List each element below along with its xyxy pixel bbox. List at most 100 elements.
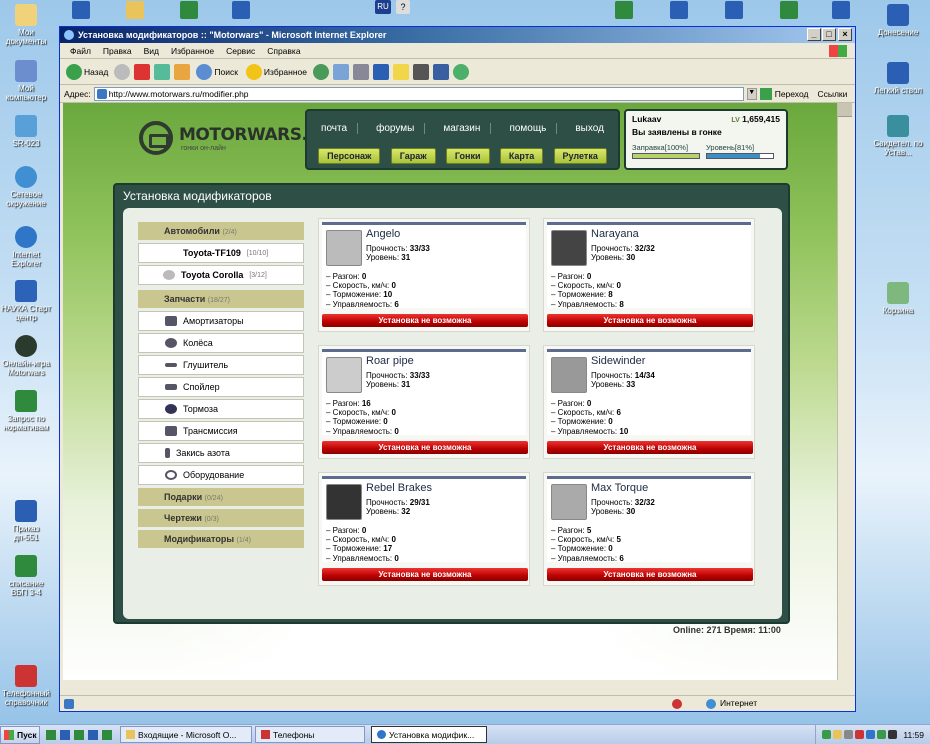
tray-icon[interactable] [855,730,865,739]
excel-doc-icon[interactable] [780,1,798,19]
nav-exit[interactable]: выход [565,123,614,134]
desktop-icon-recycle-bin[interactable]: Корзина [872,282,924,315]
title-bar[interactable]: Установка модификаторов :: "Motorwars" -… [60,27,855,43]
install-button[interactable]: Установка не возможна [322,568,528,581]
task-phones[interactable]: Телефоны [255,726,365,743]
nav-map-button[interactable]: Карта [499,148,544,164]
desktop-icon-nauka[interactable]: НАУКА Старт центр [0,280,52,322]
car-item[interactable]: Toyota Corolla [3/12] [138,265,304,285]
category-cars[interactable]: Автомобили (2/4) [138,222,304,240]
part-item-exhaust[interactable]: Глушитель [138,355,304,375]
quicklaunch-icon[interactable] [74,729,84,740]
desktop-icon-my-documents[interactable]: Мои документы [0,4,52,46]
desktop-icon-my-computer[interactable]: Мой компьютер [0,60,52,102]
install-button[interactable]: Установка не возможна [322,441,528,454]
install-button[interactable]: Установка не возможна [547,568,753,581]
nav-mail[interactable]: почта [311,123,359,134]
close-button[interactable]: × [838,28,852,41]
part-item-brakes[interactable]: Тормоза [138,399,304,419]
research-icon[interactable] [433,63,449,80]
nav-help[interactable]: помощь [499,123,558,134]
favorites-button[interactable]: Избранное [244,63,309,81]
desktop-icon-motorwars[interactable]: Онлайн-игра Motorwars [0,335,52,377]
desktop-icon-network[interactable]: Сетевое окружение [0,166,52,208]
part-item-shocks[interactable]: Амортизаторы [138,311,304,331]
word-doc-icon[interactable] [72,1,90,19]
task-browser[interactable]: Установка модифик... [371,726,487,743]
messenger-icon[interactable] [453,63,469,80]
go-arrow-icon[interactable] [759,87,772,100]
desktop-icon-certificate[interactable]: Свидетел. по Устав... [872,115,924,157]
desktop-icon-sr023[interactable]: SR-023 [0,115,52,148]
links-button[interactable]: Ссылки [817,89,847,99]
username[interactable]: Lukaav [632,114,661,124]
tray-icon[interactable] [888,730,898,739]
install-button[interactable]: Установка не возможна [547,441,753,454]
menu-view[interactable]: Вид [138,46,165,56]
tray-icon[interactable] [877,730,887,739]
dropdown-icon[interactable]: ▼ [746,87,757,100]
maximize-button[interactable]: □ [822,28,836,41]
tray-icon[interactable] [822,730,832,739]
category-modifiers[interactable]: Модификаторы (1/4) [138,530,304,548]
scroll-up-button[interactable] [838,103,852,117]
search-button[interactable]: Поиск [194,63,240,81]
word-doc-icon[interactable] [832,1,850,19]
stop-icon[interactable] [134,63,151,80]
help-icon[interactable]: ? [396,0,410,14]
part-item-spoiler[interactable]: Спойлер [138,377,304,397]
tray-icon[interactable] [833,730,843,739]
desktop-icon-phonebook[interactable]: Телефонный справочник [0,665,52,707]
home-icon[interactable] [174,63,191,80]
refresh-icon[interactable] [154,63,171,80]
word-doc-icon[interactable] [232,1,250,19]
category-gifts[interactable]: Подарки (0/24) [138,488,304,506]
note-icon[interactable] [393,63,409,80]
back-button[interactable]: Назад [64,63,110,81]
menu-edit[interactable]: Правка [97,46,138,56]
word-doc-icon[interactable] [725,1,743,19]
install-button[interactable]: Установка не возможна [547,314,753,327]
quicklaunch-icon[interactable] [46,729,56,740]
part-item-transmission[interactable]: Трансмиссия [138,421,304,441]
go-button[interactable]: Переход [775,89,809,99]
part-item-wheels[interactable]: Колёса [138,333,304,353]
menu-help[interactable]: Справка [261,46,306,56]
task-outlook[interactable]: Входящие - Microsoft O... [120,726,252,743]
vertical-scrollbar[interactable] [837,103,852,680]
print-icon[interactable] [353,63,369,80]
word-doc-icon[interactable] [670,1,688,19]
address-input[interactable]: http://www.motorwars.ru/modifier.php [93,86,744,101]
category-parts[interactable]: Запчасти (18/27) [138,290,304,308]
word-icon[interactable] [373,63,389,80]
forward-button[interactable] [114,63,131,80]
nav-roulette-button[interactable]: Рулетка [553,148,607,164]
desktop-icon-writeoff[interactable]: списание ВБП 3-4 [0,555,52,597]
start-button[interactable]: Пуск [0,725,40,744]
part-item-nitro[interactable]: Закись азота [138,443,304,463]
nav-character-button[interactable]: Персонаж [318,148,381,164]
nav-shop[interactable]: магазин [433,123,492,134]
quicklaunch-icon[interactable] [88,729,98,740]
lang-icon[interactable]: RU [375,0,391,14]
excel-doc-icon[interactable] [180,1,198,19]
nav-garage-button[interactable]: Гараж [390,148,436,164]
desktop-icon-report[interactable]: Донесение [872,4,924,37]
category-blueprints[interactable]: Чертежи (0/3) [138,509,304,527]
nav-forums[interactable]: форумы [366,123,426,134]
tool-icon[interactable] [413,63,429,80]
mail-icon[interactable] [333,63,349,80]
quicklaunch-icon[interactable] [60,729,70,740]
part-item-equipment[interactable]: Оборудование [138,465,304,485]
car-item[interactable]: Toyota-TF109 [10/10] [138,243,304,263]
excel-doc-icon[interactable] [615,1,633,19]
menu-file[interactable]: Файл [64,46,97,56]
desktop-icon-request[interactable]: Запрос по нормативам [0,390,52,432]
desktop-icon-light[interactable]: Легкий ствол [872,62,924,95]
install-button[interactable]: Установка не возможна [322,314,528,327]
desktop-icon-order[interactable]: Приказ дп-551 [0,500,52,542]
quicklaunch-icon[interactable] [102,729,112,740]
tray-icon[interactable] [844,730,854,739]
menu-favorites[interactable]: Избранное [165,46,220,56]
desktop-icon-ie[interactable]: Internet Explorer [0,226,52,268]
